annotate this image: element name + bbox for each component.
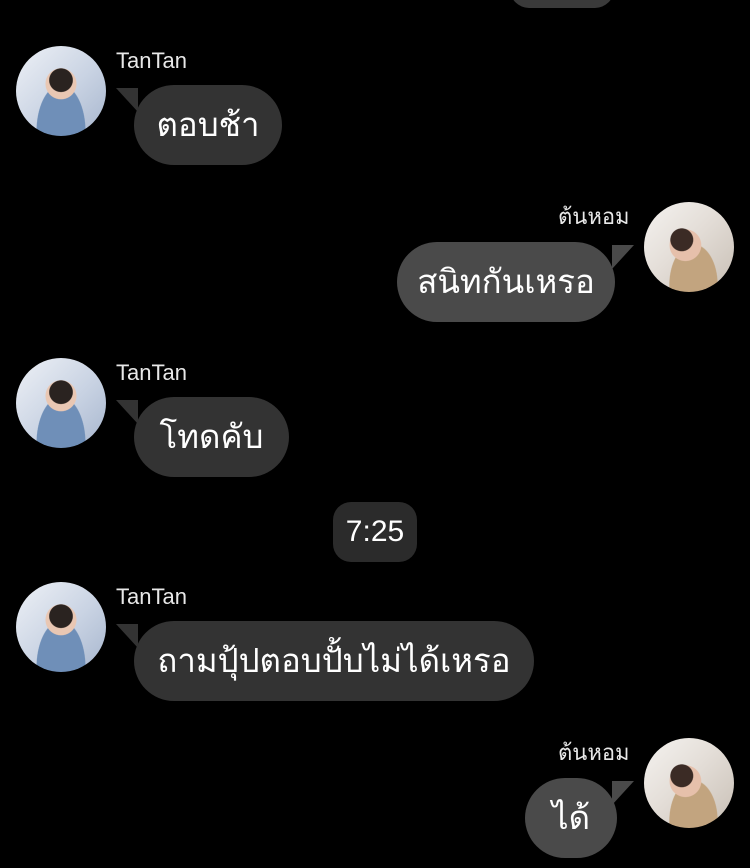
- tonhom-avatar[interactable]: [644, 738, 734, 828]
- tonhom-avatar[interactable]: [644, 202, 734, 292]
- message-bubble[interactable]: โทดคับ: [134, 397, 289, 477]
- message-bubble[interactable]: สนิทกันเหรอ: [397, 242, 615, 322]
- sender-name: ต้นหอม: [558, 204, 630, 229]
- timestamp-divider: 7:25: [333, 502, 417, 562]
- bubble-tail: [612, 245, 634, 269]
- message-bubble[interactable]: ถามปุ้ปตอบปั้บไม่ได้เหรอ: [134, 621, 534, 701]
- tantan-avatar[interactable]: [16, 358, 106, 448]
- bubble-tail: [612, 781, 634, 805]
- sender-name: TanTan: [116, 360, 187, 385]
- bubble-tail: [116, 88, 138, 112]
- previous-message-bubble: [510, 0, 614, 8]
- tantan-avatar[interactable]: [16, 46, 106, 136]
- message-bubble[interactable]: ตอบช้า: [134, 85, 282, 165]
- sender-name: TanTan: [116, 48, 187, 73]
- bubble-tail: [116, 624, 138, 648]
- message-bubble[interactable]: ได้: [525, 778, 617, 858]
- tantan-avatar[interactable]: [16, 582, 106, 672]
- sender-name: TanTan: [116, 584, 187, 609]
- sender-name: ต้นหอม: [558, 740, 630, 765]
- bubble-tail: [116, 400, 138, 424]
